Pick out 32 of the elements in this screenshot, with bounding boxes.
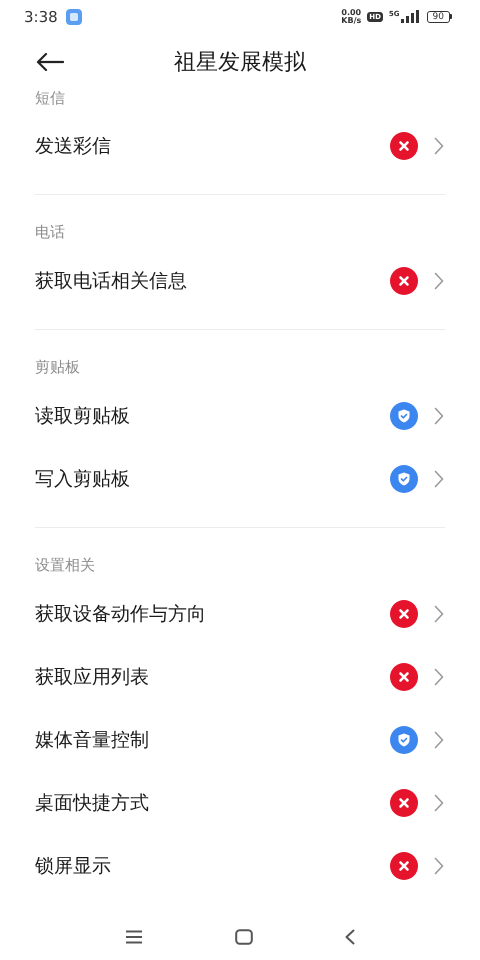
menu-button[interactable] [125, 930, 143, 944]
signal-icon [400, 10, 421, 24]
permission-label: 读取剪贴板 [35, 404, 131, 429]
chevron-icon [434, 406, 444, 425]
chevron-icon [434, 668, 444, 686]
permission-label: 发送彩信 [35, 134, 112, 159]
chevron-icon [434, 272, 444, 290]
chevron-icon [434, 470, 444, 488]
net-unit: KB/s [341, 16, 362, 25]
notification-icon [66, 8, 82, 25]
permission-label: 获取设备动作与方向 [35, 602, 207, 627]
permission-label: 获取电话相关信息 [35, 268, 188, 294]
section-heading: 设置相关 [35, 555, 96, 576]
permission-label: 媒体音量控制 [35, 728, 150, 753]
chevron-icon [434, 730, 444, 749]
permission-label: 获取应用列表 [35, 664, 150, 690]
chevron-icon [434, 856, 444, 875]
section-heading: 短信 [35, 90, 66, 110]
section-heading: 电话 [35, 222, 66, 244]
section-heading: 剪贴板 [35, 357, 81, 378]
home-button[interactable] [235, 929, 253, 946]
battery-level: 90 [426, 10, 450, 23]
clock-time: 3:38 [24, 8, 58, 26]
permission-label: 桌面快捷方式 [35, 790, 150, 816]
permission-label: 写入剪贴板 [35, 466, 131, 492]
page-title: 祖星发展模拟 [173, 48, 307, 77]
permission-label: 锁屏显示 [35, 854, 112, 879]
net-speed: 0.00 [341, 8, 362, 17]
chevron-icon [434, 604, 444, 623]
chevron-icon [434, 794, 444, 812]
back-nav-button[interactable] [345, 929, 355, 946]
chevron-icon [434, 136, 444, 155]
